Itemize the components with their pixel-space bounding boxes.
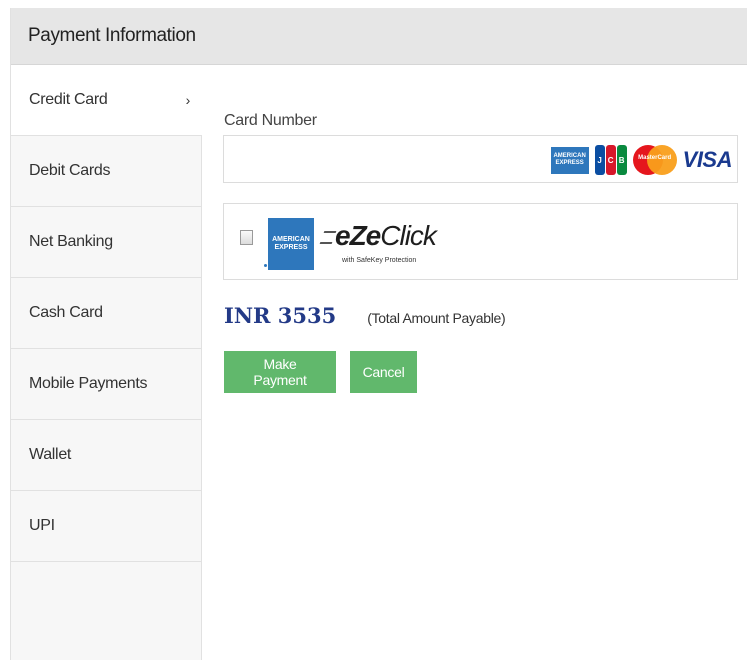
card-number-field[interactable]: AMERICAN EXPRESS J C B MasterCard VISA	[223, 135, 738, 183]
sidebar-item-cash-card[interactable]: Cash Card	[11, 278, 201, 349]
ezeclick-subtitle: with SafeKey Protection	[342, 257, 417, 264]
sidebar-item-label: Credit Card	[29, 91, 108, 108]
mastercard-logo-icon: MasterCard	[632, 145, 677, 175]
form-actions: Make Payment Cancel	[224, 351, 417, 393]
accepted-cards: AMERICAN EXPRESS J C B MasterCard VISA	[550, 145, 733, 175]
sidebar-item-label: Mobile Payments	[29, 375, 148, 392]
ezeclick-option: AMERICAN EXPRESS eZeClick with SafeKey P…	[223, 203, 738, 280]
visa-logo-icon: VISA	[682, 147, 733, 172]
registered-mark	[264, 264, 267, 267]
chevron-right-icon: ›	[185, 92, 191, 108]
sidebar-item-label: Debit Cards	[29, 162, 111, 179]
ezeclick-checkbox[interactable]	[240, 230, 253, 245]
jcb-logo-icon: J C B	[594, 145, 627, 175]
sidebar-item-label: UPI	[29, 517, 55, 534]
payment-panel: Payment Information Credit Card › Debit …	[10, 8, 747, 660]
ezeclick-logo: eZeClick	[319, 220, 437, 252]
amex-card-icon: AMERICAN EXPRESS	[268, 218, 314, 270]
amount-row: INR 3535 (Total Amount Payable)	[224, 303, 506, 328]
mastercard-logo-text: MasterCard	[638, 155, 672, 161]
make-payment-button[interactable]: Make Payment	[224, 351, 336, 393]
sidebar-item-net-banking[interactable]: Net Banking	[11, 207, 201, 278]
sidebar-item-credit-card[interactable]: Credit Card ›	[11, 65, 202, 136]
sidebar-item-label: Net Banking	[29, 233, 113, 250]
page-title: Payment Information	[28, 25, 196, 46]
sidebar-item-upi[interactable]: UPI	[11, 491, 201, 562]
ezeclick-brand-prefix: eZe	[335, 220, 381, 251]
card-number-label: Card Number	[224, 112, 317, 129]
ezeclick-brand-suffix: Click	[380, 220, 437, 251]
total-amount-note: (Total Amount Payable)	[367, 310, 506, 326]
sidebar-item-label: Cash Card	[29, 304, 103, 321]
sidebar-item-wallet[interactable]: Wallet	[11, 420, 201, 491]
credit-card-form: Card Number AMERICAN EXPRESS J C B Maste…	[223, 65, 747, 660]
sidebar-item-label: Wallet	[29, 446, 72, 463]
sidebar-item-debit-cards[interactable]: Debit Cards	[11, 136, 201, 207]
panel-header: Payment Information	[11, 8, 747, 65]
cancel-button[interactable]: Cancel	[350, 351, 417, 393]
amex-logo-icon: AMERICAN EXPRESS	[550, 146, 589, 174]
total-amount: INR 3535	[224, 303, 337, 328]
payment-method-sidebar: Credit Card › Debit Cards Net Banking Ca…	[11, 65, 202, 660]
sidebar-item-mobile-payments[interactable]: Mobile Payments	[11, 349, 201, 420]
